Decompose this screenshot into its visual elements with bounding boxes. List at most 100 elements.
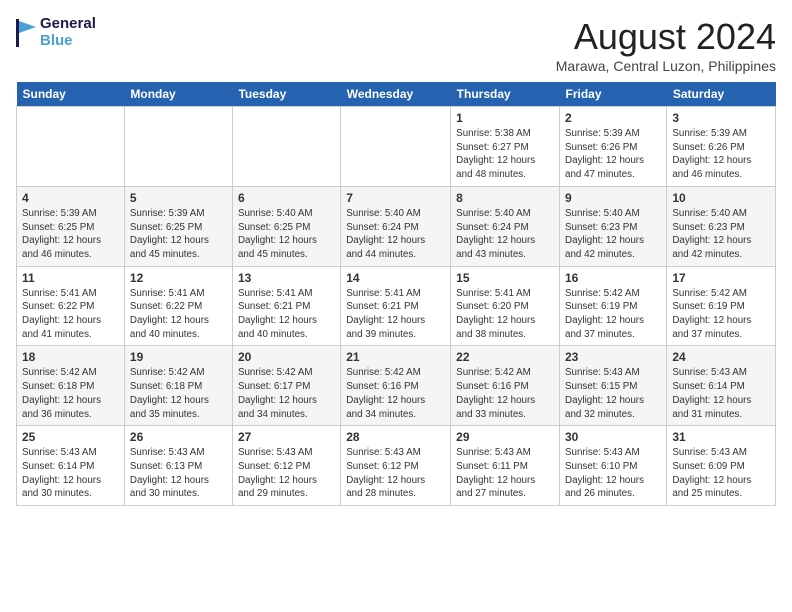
- day-info: Sunrise: 5:39 AM Sunset: 6:26 PM Dayligh…: [672, 127, 770, 182]
- logo: General Blue: [16, 16, 96, 49]
- calendar-cell: 8Sunrise: 5:40 AM Sunset: 6:24 PM Daylig…: [451, 186, 560, 266]
- calendar-cell: 26Sunrise: 5:43 AM Sunset: 6:13 PM Dayli…: [124, 426, 232, 506]
- calendar-cell: 23 Sunrise: 5:43 AM Sunset: 6:15 PM Dayli…: [560, 346, 667, 426]
- day-number: 13: [238, 271, 335, 285]
- day-number: 27: [238, 430, 335, 444]
- day-number: 21: [346, 350, 445, 364]
- day-number: 24: [672, 350, 770, 364]
- day-number: 25: [22, 430, 119, 444]
- header-saturday: Saturday: [667, 82, 776, 107]
- calendar-cell: 4 Sunrise: 5:39 AM Sunset: 6:25 PM Daylig…: [17, 186, 125, 266]
- location-subtitle: Marawa, Central Luzon, Philippines: [556, 58, 776, 74]
- day-number: 9: [565, 191, 661, 205]
- day-info: Sunrise: 5:40 AM Sunset: 6:24 PM Dayligh…: [346, 207, 445, 262]
- week-row-4: 18 Sunrise: 5:42 AM Sunset: 6:18 PM Dayli…: [17, 346, 776, 426]
- page-header: General Blue August 2024 Marawa, Central…: [16, 16, 776, 74]
- calendar-cell: 21 Sunrise: 5:42 AM Sunset: 6:16 PM Dayli…: [341, 346, 451, 426]
- week-row-5: 25 Sunrise: 5:43 AM Sunset: 6:14 PM Dayli…: [17, 426, 776, 506]
- day-number: 5: [130, 191, 227, 205]
- day-number: 22: [456, 350, 554, 364]
- day-info: Sunrise: 5:42 AM Sunset: 6:19 PM Dayligh…: [672, 287, 770, 342]
- calendar-cell: 17 Sunrise: 5:42 AM Sunset: 6:19 PM Dayli…: [667, 266, 776, 346]
- calendar-cell: 1Sunrise: 5:38 AM Sunset: 6:27 PM Daylig…: [451, 107, 560, 187]
- day-number: 23: [565, 350, 661, 364]
- day-number: 1: [456, 111, 554, 125]
- week-row-1: 1Sunrise: 5:38 AM Sunset: 6:27 PM Daylig…: [17, 107, 776, 187]
- day-number: 15: [456, 271, 554, 285]
- calendar-cell: [341, 107, 451, 187]
- day-info: Sunrise: 5:43 AM Sunset: 6:14 PM Dayligh…: [22, 446, 119, 501]
- day-info: Sunrise: 5:39 AM Sunset: 6:25 PM Dayligh…: [22, 207, 119, 262]
- day-number: 16: [565, 271, 661, 285]
- logo-flag-icon: [16, 19, 36, 47]
- day-info: Sunrise: 5:41 AM Sunset: 6:21 PM Dayligh…: [238, 287, 335, 342]
- day-number: 12: [130, 271, 227, 285]
- month-year-title: August 2024: [556, 16, 776, 58]
- day-number: 7: [346, 191, 445, 205]
- day-number: 2: [565, 111, 661, 125]
- calendar-table: SundayMondayTuesdayWednesdayThursdayFrid…: [16, 82, 776, 506]
- logo-general: General: [40, 16, 96, 33]
- day-number: 18: [22, 350, 119, 364]
- calendar-cell: 6 Sunrise: 5:40 AM Sunset: 6:25 PM Daylig…: [232, 186, 340, 266]
- day-number: 20: [238, 350, 335, 364]
- day-info: Sunrise: 5:41 AM Sunset: 6:20 PM Dayligh…: [456, 287, 554, 342]
- day-info: Sunrise: 5:43 AM Sunset: 6:14 PM Dayligh…: [672, 366, 770, 421]
- day-info: Sunrise: 5:41 AM Sunset: 6:22 PM Dayligh…: [130, 287, 227, 342]
- day-number: 3: [672, 111, 770, 125]
- calendar-cell: 9 Sunrise: 5:40 AM Sunset: 6:23 PM Daylig…: [560, 186, 667, 266]
- day-info: Sunrise: 5:43 AM Sunset: 6:10 PM Dayligh…: [565, 446, 661, 501]
- calendar-cell: 18 Sunrise: 5:42 AM Sunset: 6:18 PM Dayli…: [17, 346, 125, 426]
- calendar-cell: 15 Sunrise: 5:41 AM Sunset: 6:20 PM Dayli…: [451, 266, 560, 346]
- logo-container: General Blue: [16, 16, 96, 49]
- day-info: Sunrise: 5:43 AM Sunset: 6:15 PM Dayligh…: [565, 366, 661, 421]
- calendar-cell: [232, 107, 340, 187]
- day-info: Sunrise: 5:40 AM Sunset: 6:23 PM Dayligh…: [565, 207, 661, 262]
- calendar-cell: [17, 107, 125, 187]
- calendar-cell: 7 Sunrise: 5:40 AM Sunset: 6:24 PM Daylig…: [341, 186, 451, 266]
- weekday-header-row: SundayMondayTuesdayWednesdayThursdayFrid…: [17, 82, 776, 107]
- day-number: 4: [22, 191, 119, 205]
- day-info: Sunrise: 5:43 AM Sunset: 6:11 PM Dayligh…: [456, 446, 554, 501]
- calendar-cell: [124, 107, 232, 187]
- calendar-cell: 29 Sunrise: 5:43 AM Sunset: 6:11 PM Dayli…: [451, 426, 560, 506]
- day-number: 31: [672, 430, 770, 444]
- day-number: 28: [346, 430, 445, 444]
- day-info: Sunrise: 5:40 AM Sunset: 6:23 PM Dayligh…: [672, 207, 770, 262]
- calendar-cell: 10 Sunrise: 5:40 AM Sunset: 6:23 PM Dayli…: [667, 186, 776, 266]
- calendar-cell: 13 Sunrise: 5:41 AM Sunset: 6:21 PM Dayli…: [232, 266, 340, 346]
- day-info: Sunrise: 5:39 AM Sunset: 6:25 PM Dayligh…: [130, 207, 227, 262]
- calendar-cell: 12 Sunrise: 5:41 AM Sunset: 6:22 PM Dayli…: [124, 266, 232, 346]
- day-info: Sunrise: 5:42 AM Sunset: 6:18 PM Dayligh…: [130, 366, 227, 421]
- day-info: Sunrise: 5:42 AM Sunset: 6:16 PM Dayligh…: [346, 366, 445, 421]
- day-number: 10: [672, 191, 770, 205]
- calendar-cell: 3 Sunrise: 5:39 AM Sunset: 6:26 PM Daylig…: [667, 107, 776, 187]
- day-number: 11: [22, 271, 119, 285]
- header-wednesday: Wednesday: [341, 82, 451, 107]
- day-info: Sunrise: 5:43 AM Sunset: 6:13 PM Dayligh…: [130, 446, 227, 501]
- day-number: 17: [672, 271, 770, 285]
- day-info: Sunrise: 5:40 AM Sunset: 6:25 PM Dayligh…: [238, 207, 335, 262]
- logo-blue: Blue: [40, 33, 96, 50]
- day-number: 6: [238, 191, 335, 205]
- calendar-cell: 27Sunrise: 5:43 AM Sunset: 6:12 PM Dayli…: [232, 426, 340, 506]
- calendar-cell: 19 Sunrise: 5:42 AM Sunset: 6:18 PM Dayli…: [124, 346, 232, 426]
- day-info: Sunrise: 5:41 AM Sunset: 6:21 PM Dayligh…: [346, 287, 445, 342]
- day-info: Sunrise: 5:42 AM Sunset: 6:18 PM Dayligh…: [22, 366, 119, 421]
- calendar-cell: 25 Sunrise: 5:43 AM Sunset: 6:14 PM Dayli…: [17, 426, 125, 506]
- calendar-cell: 31Sunrise: 5:43 AM Sunset: 6:09 PM Dayli…: [667, 426, 776, 506]
- day-number: 29: [456, 430, 554, 444]
- day-number: 19: [130, 350, 227, 364]
- calendar-cell: 11Sunrise: 5:41 AM Sunset: 6:22 PM Dayli…: [17, 266, 125, 346]
- day-info: Sunrise: 5:42 AM Sunset: 6:17 PM Dayligh…: [238, 366, 335, 421]
- header-tuesday: Tuesday: [232, 82, 340, 107]
- calendar-cell: 22Sunrise: 5:42 AM Sunset: 6:16 PM Dayli…: [451, 346, 560, 426]
- week-row-2: 4 Sunrise: 5:39 AM Sunset: 6:25 PM Daylig…: [17, 186, 776, 266]
- day-number: 30: [565, 430, 661, 444]
- header-monday: Monday: [124, 82, 232, 107]
- day-info: Sunrise: 5:39 AM Sunset: 6:26 PM Dayligh…: [565, 127, 661, 182]
- calendar-cell: 2 Sunrise: 5:39 AM Sunset: 6:26 PM Daylig…: [560, 107, 667, 187]
- calendar-cell: 14Sunrise: 5:41 AM Sunset: 6:21 PM Dayli…: [341, 266, 451, 346]
- day-info: Sunrise: 5:43 AM Sunset: 6:12 PM Dayligh…: [346, 446, 445, 501]
- week-row-3: 11 Sunrise: 5:41 AM Sunset: 6:22 PM Dayli…: [17, 266, 776, 346]
